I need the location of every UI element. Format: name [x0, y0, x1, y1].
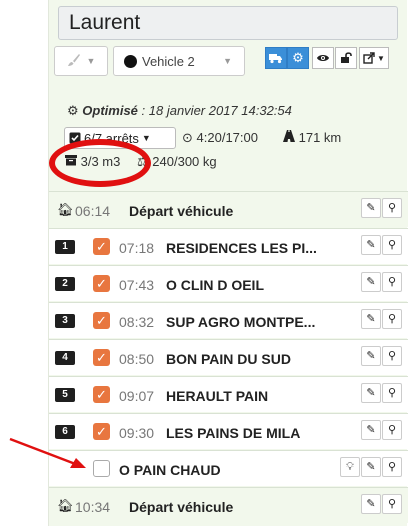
route-name-field[interactable]: Laurent: [58, 6, 398, 40]
pencil-icon[interactable]: ✎: [361, 235, 381, 255]
route-time: ⊙ 4:20/17:00: [182, 130, 258, 146]
checked-checkbox[interactable]: ✓: [93, 386, 110, 403]
annotation-circle: [49, 139, 151, 187]
stop-number: 5: [55, 388, 75, 402]
row-time: 09:07: [119, 388, 155, 404]
optimized-label: Optimisé: [82, 103, 138, 118]
row-time: 06:14: [75, 203, 111, 219]
lock-button[interactable]: [335, 47, 357, 69]
pencil-icon[interactable]: ✎: [361, 383, 381, 403]
route-time-value: 4:20/17:00: [196, 130, 258, 145]
map-marker-icon[interactable]: ⚲: [382, 235, 402, 255]
row-label: Départ véhicule: [129, 499, 234, 515]
row-label: SUP AGRO MONTPE...: [166, 314, 316, 330]
route-panel: Laurent ▼ Vehicle 2 ▼ ⚙ ▼ ⚙ Optimisé : 1…: [48, 0, 408, 526]
checked-checkbox[interactable]: ✓: [93, 238, 110, 255]
paint-brush-icon: [67, 53, 81, 70]
row-time: 08:32: [119, 314, 155, 330]
vehicle-select[interactable]: Vehicle 2 ▼: [113, 46, 245, 76]
optimization-status: ⚙ Optimisé : 18 janvier 2017 14:32:54: [67, 103, 292, 119]
unplanned-stop-row[interactable]: O PAIN CHAUD 💡︎ ✎ ⚲: [49, 450, 408, 486]
gear-icon: ⚙: [67, 103, 79, 118]
checked-checkbox[interactable]: ✓: [93, 349, 110, 366]
checked-checkbox[interactable]: ✓: [93, 275, 110, 292]
truck-button[interactable]: [265, 47, 287, 69]
visibility-button[interactable]: [312, 47, 334, 69]
stop-row[interactable]: 6 ✓ 09:30 LES PAINS DE MILA ✎ ⚲: [49, 413, 408, 449]
map-marker-icon[interactable]: ⚲: [382, 198, 402, 218]
truck-icon: [269, 54, 282, 64]
depart-row-end[interactable]: 🏠︎ 10:34 Départ véhicule ✎ ⚲: [49, 487, 408, 523]
row-label: BON PAIN DU SUD: [166, 351, 291, 367]
pencil-icon[interactable]: ✎: [361, 420, 381, 440]
route-weight-value: 240/300 kg: [152, 154, 217, 169]
pencil-icon[interactable]: ✎: [361, 309, 381, 329]
stop-row[interactable]: 3 ✓ 08:32 SUP AGRO MONTPE... ✎ ⚲: [49, 302, 408, 338]
stop-row[interactable]: 1 ✓ 07:18 RESIDENCES LES PI... ✎ ⚲: [49, 228, 408, 264]
pencil-icon[interactable]: ✎: [361, 494, 381, 514]
eye-icon: [317, 55, 329, 61]
unchecked-checkbox[interactable]: [93, 460, 110, 477]
pencil-icon[interactable]: ✎: [361, 457, 381, 477]
share-dropdown-button[interactable]: ▼: [359, 47, 389, 69]
row-label: O CLIN D OEIL: [166, 277, 264, 293]
stop-row[interactable]: 5 ✓ 09:07 HERAULT PAIN ✎ ⚲: [49, 376, 408, 412]
row-label: LES PAINS DE MILA: [166, 425, 301, 441]
row-time: 10:34: [75, 499, 111, 515]
map-marker-icon[interactable]: ⚲: [382, 272, 402, 292]
map-marker-icon[interactable]: ⚲: [382, 383, 402, 403]
checked-checkbox[interactable]: ✓: [93, 423, 110, 440]
stop-row[interactable]: 4 ✓ 08:50 BON PAIN DU SUD ✎ ⚲: [49, 339, 408, 375]
row-label: O PAIN CHAUD: [119, 462, 221, 478]
map-marker-icon[interactable]: ⚲: [382, 309, 402, 329]
pencil-icon[interactable]: ✎: [361, 198, 381, 218]
vehicle-color-dot: [124, 54, 137, 68]
chevron-down-icon: ▼: [86, 56, 96, 66]
route-distance-value: 171 km: [298, 130, 342, 145]
tool-dropdown[interactable]: ▼: [54, 46, 108, 76]
stop-number: 1: [55, 240, 75, 254]
map-marker-icon[interactable]: ⚲: [382, 494, 402, 514]
row-time: 09:30: [119, 425, 155, 441]
row-time: 08:50: [119, 351, 155, 367]
row-time: 07:18: [119, 240, 155, 256]
caret-down-icon: ▼: [141, 133, 151, 143]
home-icon: 🏠︎: [57, 202, 74, 217]
map-marker-icon[interactable]: ⚲: [382, 420, 402, 440]
home-icon: 🏠︎: [57, 498, 74, 513]
chevron-down-icon: ▼: [377, 53, 385, 63]
row-label: RESIDENCES LES PI...: [166, 240, 317, 256]
settings-button[interactable]: ⚙: [287, 47, 309, 69]
pencil-icon[interactable]: ✎: [361, 346, 381, 366]
vehicle-label: Vehicle 2: [142, 53, 195, 69]
depart-row-start[interactable]: 🏠︎ 06:14 Départ véhicule ✎ ⚲: [49, 191, 408, 227]
stop-number: 2: [55, 277, 75, 291]
share-icon: [363, 52, 375, 64]
optimized-date: : 18 janvier 2017 14:32:54: [141, 103, 292, 118]
checked-checkbox[interactable]: ✓: [93, 312, 110, 329]
chevron-down-icon: ▼: [223, 56, 232, 66]
row-label: HERAULT PAIN: [166, 388, 269, 404]
gear-icon: ⚙: [292, 50, 304, 65]
lightbulb-icon[interactable]: 💡︎: [340, 457, 360, 477]
map-marker-icon[interactable]: ⚲: [382, 346, 402, 366]
clock-icon: ⊙: [182, 130, 193, 145]
pencil-icon[interactable]: ✎: [361, 272, 381, 292]
map-marker-icon[interactable]: ⚲: [382, 457, 402, 477]
stop-number: 3: [55, 314, 75, 328]
unlock-icon: [341, 52, 352, 63]
row-time: 07:43: [119, 277, 155, 293]
annotation-arrow: [9, 437, 86, 468]
stop-row[interactable]: 2 ✓ 07:43 O CLIN D OEIL ✎ ⚲: [49, 265, 408, 301]
row-label: Départ véhicule: [129, 203, 234, 219]
stop-number: 4: [55, 351, 75, 365]
route-distance: 171 km: [283, 130, 341, 145]
road-icon: [283, 130, 295, 142]
